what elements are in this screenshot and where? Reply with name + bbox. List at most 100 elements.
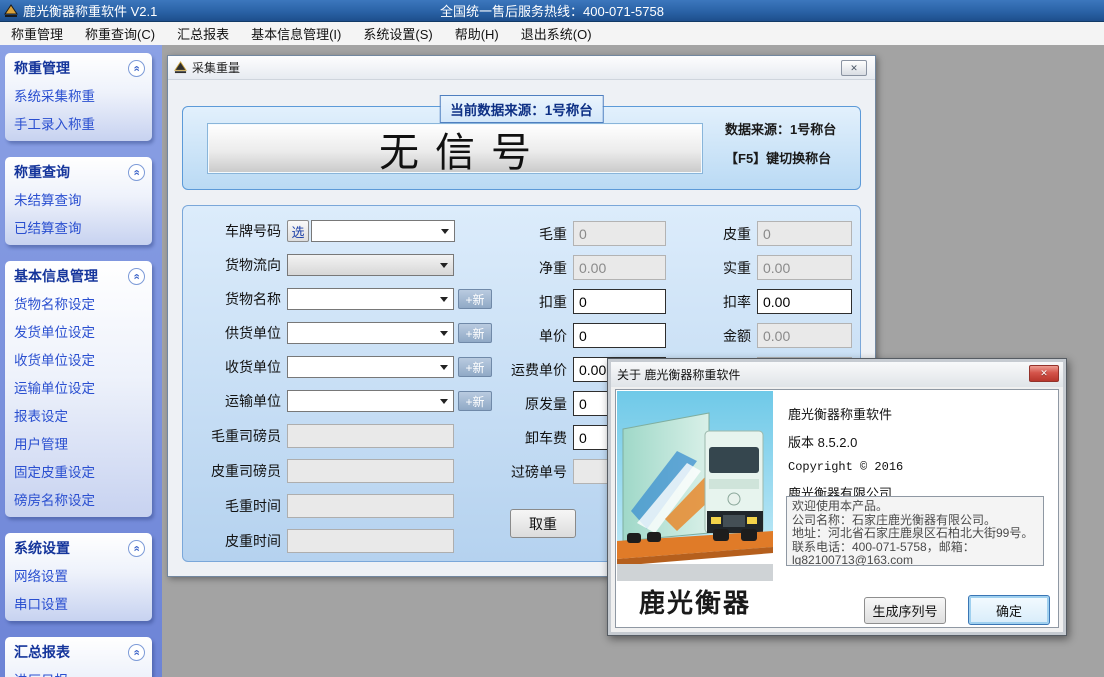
scale-logo-icon: [174, 61, 187, 74]
tare-weight-input[interactable]: [757, 221, 852, 246]
actual-weight-input[interactable]: [757, 255, 852, 280]
sidebar-item-system-collect-weighing[interactable]: 系统采集称重: [5, 81, 152, 109]
select-plate-button[interactable]: 选: [287, 220, 309, 242]
group-title: 系统设置: [14, 538, 70, 558]
version-text: 版本 8.5.2.0: [788, 432, 1046, 451]
sidebar-item-weighhouse-name-setting[interactable]: 磅房名称设定: [5, 485, 152, 513]
gross-operator-input[interactable]: [287, 424, 454, 448]
sidebar-group-weighing-management: 称重管理 « 系统采集称重 手工录入称重: [5, 53, 152, 141]
sidebar-item-receiver-setting[interactable]: 收货单位设定: [5, 345, 152, 373]
sidebar-item-transport-setting[interactable]: 运输单位设定: [5, 373, 152, 401]
row-deduct-rate: 扣率: [643, 289, 852, 314]
group-header: 称重查询 «: [5, 157, 152, 185]
transporter-combo[interactable]: [287, 390, 454, 412]
sidebar: 称重管理 « 系统采集称重 手工录入称重 称重查询 « 未结算查询 已结算查询 …: [0, 45, 162, 677]
collapse-chevron-icon[interactable]: «: [128, 540, 145, 557]
field-label: 运费单价: [443, 360, 573, 380]
row-plate-number: 车牌号码 选: [183, 220, 455, 242]
collapse-chevron-icon[interactable]: «: [128, 268, 145, 285]
group-title: 基本信息管理: [14, 266, 98, 286]
row-net-weight: 净重: [443, 255, 666, 280]
deduct-rate-input[interactable]: [757, 289, 852, 314]
sidebar-item-fixed-tare-setting[interactable]: 固定皮重设定: [5, 457, 152, 485]
collapse-chevron-icon[interactable]: «: [128, 164, 145, 181]
tare-operator-input[interactable]: [287, 459, 454, 483]
sidebar-item-manual-entry-weighing[interactable]: 手工录入称重: [5, 109, 152, 137]
dialog-title: 关于 鹿光衡器称重软件: [611, 366, 740, 383]
row-gross-weight: 毛重: [443, 221, 666, 246]
supplier-combo[interactable]: [287, 322, 454, 344]
goods-flow-combo[interactable]: [287, 254, 454, 276]
group-header: 汇总报表 «: [5, 637, 152, 665]
menu-summary-report[interactable]: 汇总报表: [166, 21, 240, 46]
row-unit-price: 单价: [443, 323, 666, 348]
field-label: 扣重: [443, 292, 573, 312]
menu-system-settings[interactable]: 系统设置(S): [352, 21, 443, 46]
generate-serial-button[interactable]: 生成序列号: [864, 597, 946, 624]
sidebar-item-unsettled-query[interactable]: 未结算查询: [5, 185, 152, 213]
menu-basic-info[interactable]: 基本信息管理(I): [240, 21, 352, 46]
sidebar-group-weighing-query: 称重查询 « 未结算查询 已结算查询: [5, 157, 152, 245]
sidebar-item-shipper-setting[interactable]: 发货单位设定: [5, 317, 152, 345]
current-source-badge: 当前数据来源：1号称台: [439, 95, 604, 123]
window-titlebar[interactable]: 采集重量 ✕: [168, 56, 875, 80]
field-label: 皮重时间: [183, 531, 287, 551]
menu-bar: 称重管理 称重查询(C) 汇总报表 基本信息管理(I) 系统设置(S) 帮助(H…: [0, 22, 1104, 45]
menu-weighing-query[interactable]: 称重查询(C): [74, 21, 166, 46]
weight-display: 无信号: [207, 123, 703, 174]
tare-time-input[interactable]: [287, 529, 454, 553]
row-tare-weight: 皮重: [643, 221, 852, 246]
source-info-line1: 数据来源：1号称台: [725, 119, 870, 138]
field-label: 单价: [443, 326, 573, 346]
menu-exit[interactable]: 退出系统(O): [510, 21, 603, 46]
mdi-workspace: 采集重量 ✕ 当前数据来源：1号称台 无信号 数据来源：1号称台 【F5】键切换…: [162, 45, 1104, 677]
gross-time-input[interactable]: [287, 494, 454, 518]
plate-number-combo[interactable]: [311, 220, 455, 242]
field-label: 货物名称: [183, 289, 287, 309]
group-title: 称重查询: [14, 162, 70, 182]
field-label: 毛重时间: [183, 496, 287, 516]
row-gross-operator: 毛重司磅员: [183, 424, 454, 448]
collapse-chevron-icon[interactable]: «: [128, 60, 145, 77]
field-label: 皮重司磅员: [183, 461, 287, 481]
sidebar-item-network-settings[interactable]: 网络设置: [5, 561, 152, 589]
field-label: 卸车费: [443, 428, 573, 448]
field-label: 毛重: [443, 224, 573, 244]
company-info-box: 欢迎使用本产品。 公司名称：石家庄鹿光衡器有限公司。 地址：河北省石家庄鹿泉区石…: [786, 496, 1044, 566]
amount-input[interactable]: [757, 323, 852, 348]
about-dialog: 关于 鹿光衡器称重软件 ✕: [607, 358, 1067, 636]
row-actual-weight: 实重: [643, 255, 852, 280]
sidebar-item-inbound-daily-report[interactable]: 进厂日报: [5, 665, 152, 677]
sidebar-group-summary-reports: 汇总报表 « 进厂日报 出厂日报: [5, 637, 152, 677]
field-label: 供货单位: [183, 323, 287, 343]
field-label: 净重: [443, 258, 573, 278]
dialog-titlebar[interactable]: 关于 鹿光衡器称重软件 ✕: [611, 362, 1063, 387]
close-icon[interactable]: ✕: [1029, 365, 1059, 382]
group-title: 称重管理: [14, 58, 70, 78]
sidebar-item-report-setting[interactable]: 报表设定: [5, 401, 152, 429]
take-weight-button[interactable]: 取重: [510, 509, 576, 538]
truck-image-caption: 鹿光衡器: [617, 583, 773, 620]
about-text-block: 鹿光衡器称重软件 版本 8.5.2.0 Copyright © 2016 鹿光衡…: [788, 404, 1046, 511]
receiver-combo[interactable]: [287, 356, 454, 378]
menu-weighing-management[interactable]: 称重管理: [0, 21, 74, 46]
field-label: 毛重司磅员: [183, 426, 287, 446]
sidebar-item-user-management[interactable]: 用户管理: [5, 429, 152, 457]
truck-image: 鹿光衡器: [617, 391, 773, 626]
group-header: 系统设置 «: [5, 533, 152, 561]
menu-help[interactable]: 帮助(H): [444, 21, 510, 46]
sidebar-group-system-settings: 系统设置 « 网络设置 串口设置: [5, 533, 152, 621]
sidebar-group-basic-info: 基本信息管理 « 货物名称设定 发货单位设定 收货单位设定 运输单位设定 报表设…: [5, 261, 152, 517]
sidebar-item-serial-port-settings[interactable]: 串口设置: [5, 589, 152, 617]
close-icon[interactable]: ✕: [841, 60, 867, 76]
sidebar-item-settled-query[interactable]: 已结算查询: [5, 213, 152, 241]
dialog-content: 鹿光衡器 鹿光衡器称重软件 版本 8.5.2.0 Copyright © 201…: [615, 389, 1059, 628]
row-gross-time: 毛重时间: [183, 494, 454, 518]
sidebar-item-goods-name-setting[interactable]: 货物名称设定: [5, 289, 152, 317]
source-info-line2: 【F5】键切换称台: [725, 148, 870, 167]
collapse-chevron-icon[interactable]: «: [128, 644, 145, 661]
goods-name-combo[interactable]: [287, 288, 454, 310]
ok-button[interactable]: 确定: [968, 595, 1050, 625]
group-header: 称重管理 «: [5, 53, 152, 81]
field-label: 金额: [643, 326, 757, 346]
